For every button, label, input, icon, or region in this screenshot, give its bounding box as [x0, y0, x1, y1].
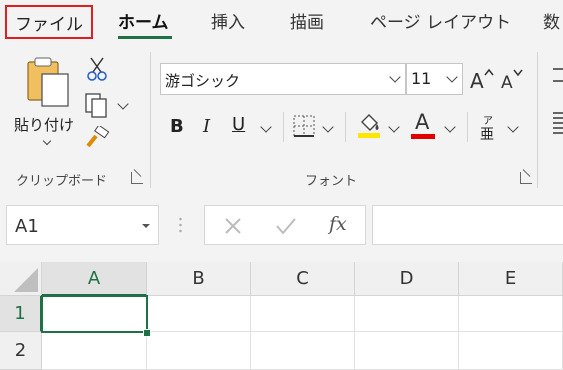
font-name-value: 游ゴシック — [165, 72, 241, 90]
svg-text:A: A — [470, 69, 484, 92]
name-box-dropdown-icon — [142, 224, 150, 228]
ribbon-tab-bar: ファイル ホーム 挿入 描画 ページ レイアウト 数 — [0, 0, 563, 46]
clipboard-group-label: クリップボード — [16, 174, 108, 189]
group-separator — [537, 52, 538, 188]
separator — [467, 112, 468, 142]
cell-a2[interactable] — [42, 332, 147, 370]
alignment-left-icon-partial[interactable] — [553, 112, 563, 134]
copy-icon[interactable] — [84, 92, 110, 118]
phonetic-bottom: 亜 — [480, 127, 494, 143]
font-name-select[interactable]: 游ゴシック — [160, 63, 406, 95]
worksheet-grid: A B C D E 1 2 — [0, 262, 563, 370]
font-group-label: フォント — [305, 174, 358, 189]
cell-b2[interactable] — [147, 332, 251, 370]
font-size-select[interactable]: 11 — [406, 63, 463, 95]
font-color-button[interactable]: A — [411, 110, 437, 140]
borders-icon[interactable] — [292, 114, 316, 138]
fill-handle[interactable] — [143, 329, 151, 337]
cell-c1[interactable] — [251, 296, 355, 332]
italic-button[interactable]: I — [203, 116, 210, 137]
paste-dropdown-chevron[interactable] — [42, 136, 52, 146]
cancel-icon[interactable] — [223, 216, 243, 236]
separator — [345, 112, 346, 142]
font-color-letter: A — [415, 110, 430, 134]
separator — [283, 112, 284, 142]
name-box-value: A1 — [15, 216, 39, 237]
name-box[interactable]: A1 — [6, 205, 159, 245]
select-all-button[interactable] — [0, 262, 42, 296]
cell-c2[interactable] — [251, 332, 355, 370]
cell-d2[interactable] — [355, 332, 459, 370]
tab-home[interactable]: ホーム — [118, 8, 169, 33]
cell-e2[interactable] — [459, 332, 563, 370]
format-painter-icon[interactable] — [84, 126, 110, 150]
column-header-a[interactable]: A — [42, 262, 147, 296]
ribbon-home: 貼り付け クリップボード 游ゴシック 11 A A B I U A ア 亜 フォ… — [0, 46, 563, 192]
phonetic-chevron-icon[interactable] — [507, 121, 519, 133]
row-header-1[interactable]: 1 — [0, 296, 42, 332]
enter-check-icon[interactable] — [275, 216, 297, 236]
paste-label: 貼り付け — [14, 116, 75, 134]
copy-dropdown-chevron[interactable] — [117, 98, 129, 110]
select-all-triangle-icon — [14, 268, 38, 292]
font-name-chevron-icon — [389, 71, 401, 83]
font-size-value: 11 — [411, 69, 432, 88]
active-cell-selection — [41, 295, 148, 333]
column-header-b[interactable]: B — [147, 262, 251, 296]
underline-chevron-icon[interactable] — [260, 121, 272, 133]
insert-function-button[interactable]: fx — [329, 213, 347, 235]
font-size-chevron-icon — [446, 71, 458, 83]
active-tab-indicator — [118, 36, 172, 39]
cell-d1[interactable] — [355, 296, 459, 332]
tab-file[interactable]: ファイル — [5, 5, 93, 39]
formula-buttons: fx — [204, 205, 366, 245]
fill-color-icon[interactable] — [356, 112, 382, 140]
bold-button[interactable]: B — [170, 116, 184, 137]
tab-insert[interactable]: 挿入 — [211, 8, 245, 33]
phonetic-guide-button[interactable]: ア 亜 — [478, 112, 502, 143]
alignment-top-icon-partial[interactable] — [553, 68, 563, 82]
formula-bar-area: A1 fx — [0, 192, 563, 262]
underline-button[interactable]: U — [232, 114, 245, 135]
paste-button[interactable]: 貼り付け — [14, 56, 78, 154]
cell-e1[interactable] — [459, 296, 563, 332]
fill-color-chevron-icon[interactable] — [388, 121, 400, 133]
cell-b1[interactable] — [147, 296, 251, 332]
row-header-2[interactable]: 2 — [0, 332, 42, 370]
splitter-handle-icon[interactable] — [179, 216, 182, 234]
borders-chevron-icon[interactable] — [322, 121, 334, 133]
formula-input[interactable] — [372, 205, 563, 245]
svg-text:A: A — [501, 73, 513, 92]
column-header-d[interactable]: D — [355, 262, 459, 296]
cut-icon[interactable] — [86, 56, 108, 82]
clipboard-dialog-launcher[interactable] — [131, 172, 143, 184]
decrease-font-size-icon[interactable]: A — [500, 66, 526, 92]
font-color-chevron-icon[interactable] — [444, 121, 456, 133]
column-header-c[interactable]: C — [251, 262, 355, 296]
group-separator — [150, 52, 151, 188]
font-color-swatch — [411, 134, 435, 139]
tab-draw[interactable]: 描画 — [290, 8, 324, 33]
paste-icon — [27, 57, 69, 107]
font-dialog-launcher[interactable] — [520, 172, 532, 184]
column-header-e[interactable]: E — [459, 262, 563, 296]
tab-formulas-partial[interactable]: 数 — [543, 8, 560, 33]
tab-page-layout[interactable]: ページ レイアウト — [370, 8, 511, 33]
increase-font-size-icon[interactable]: A — [469, 66, 495, 92]
